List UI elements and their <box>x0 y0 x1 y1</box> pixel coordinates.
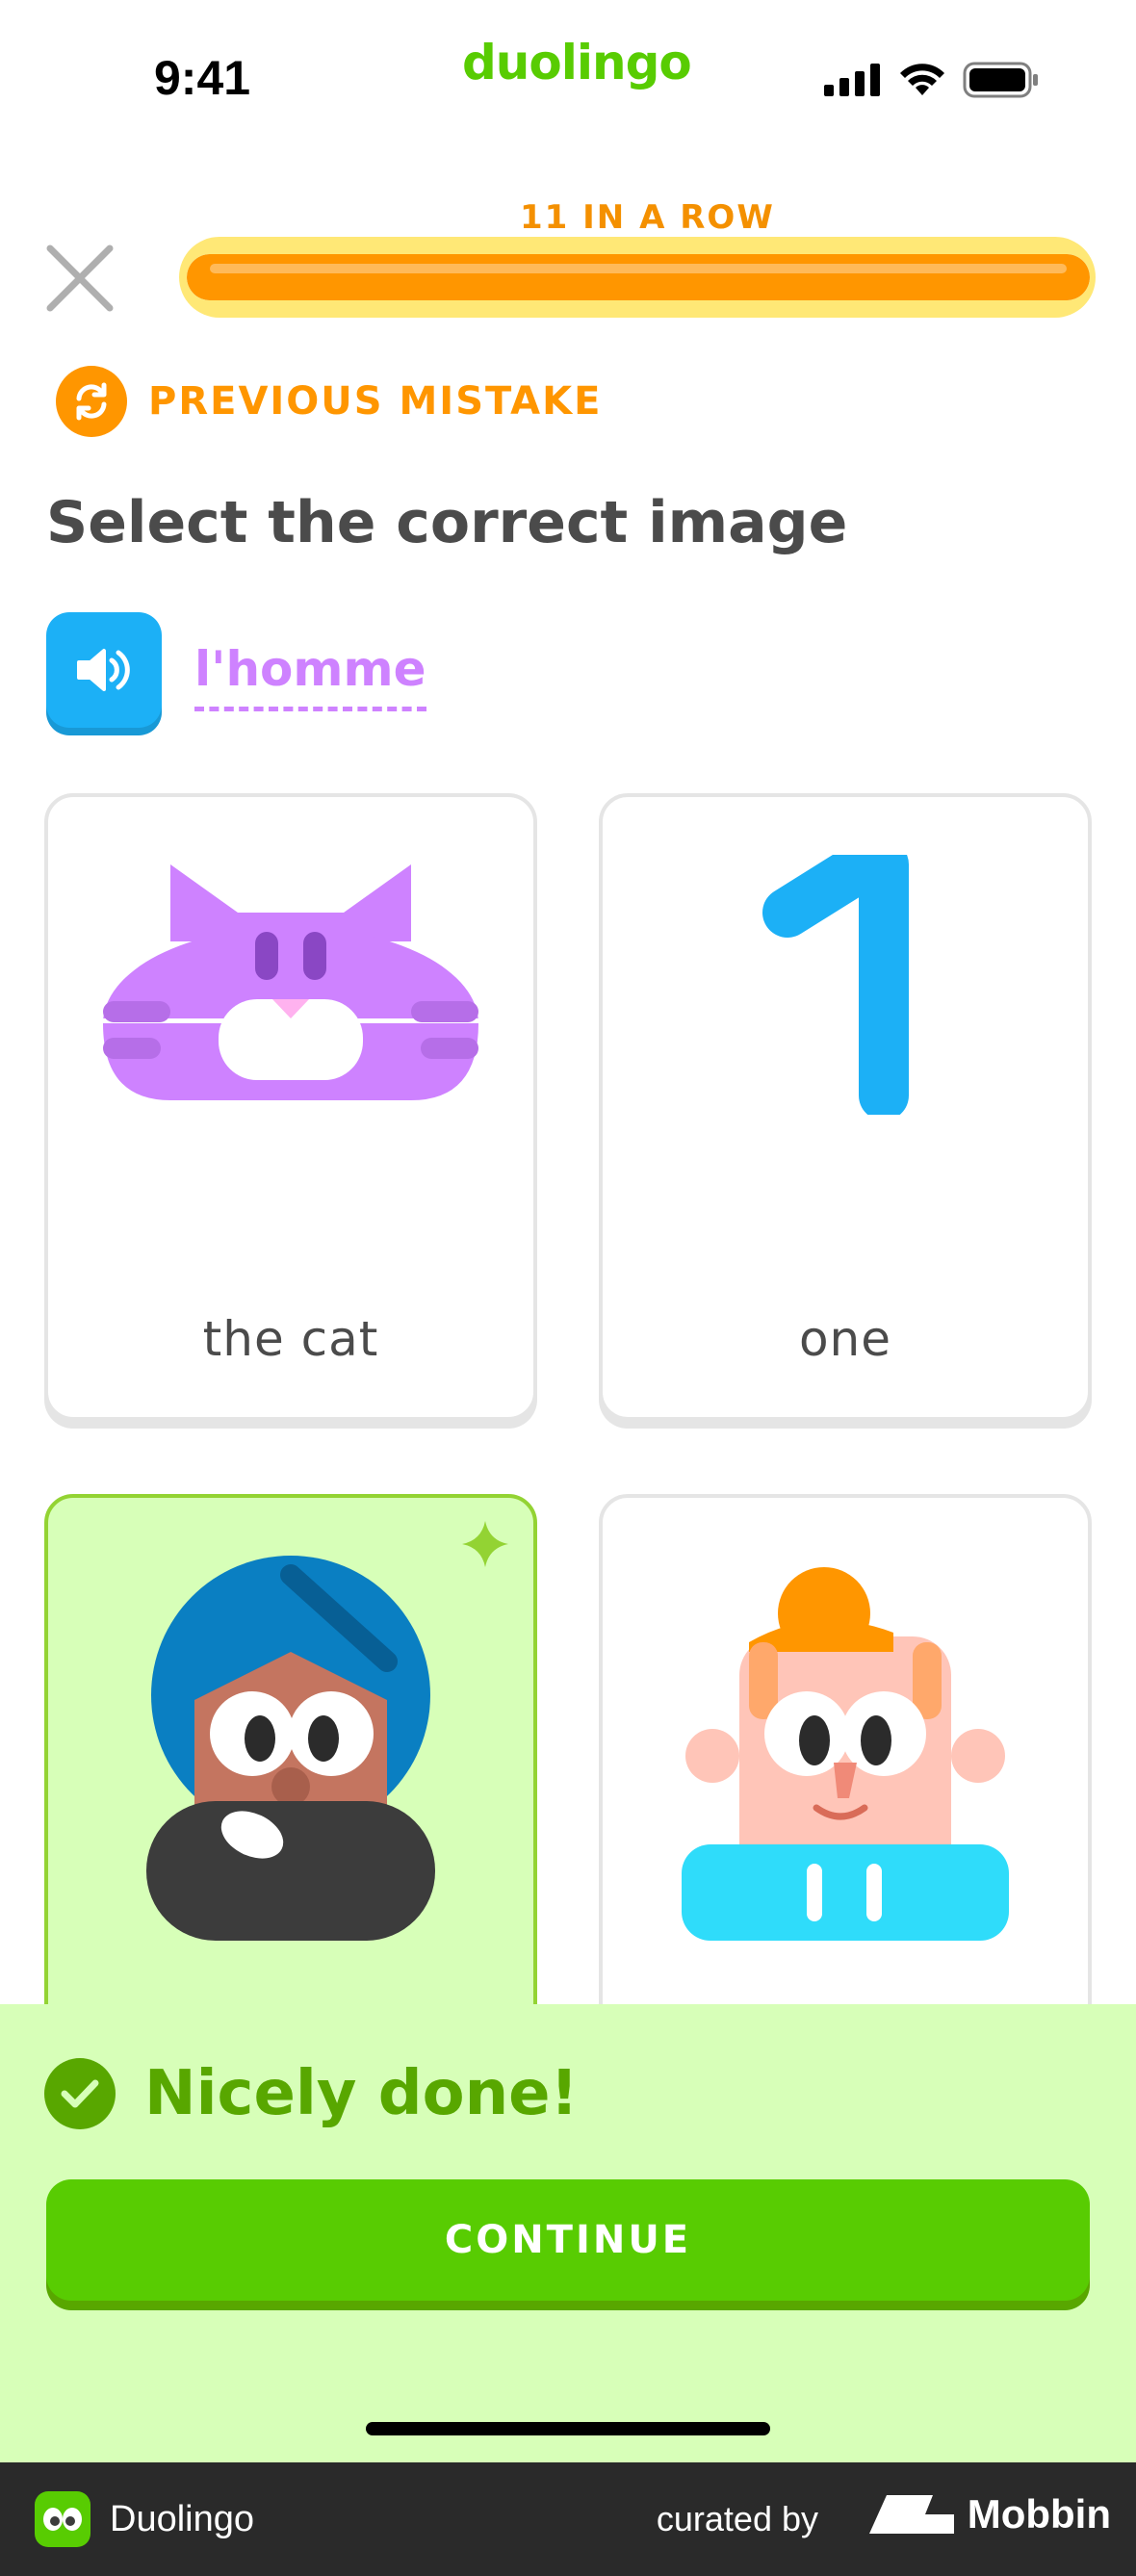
close-icon <box>46 245 114 312</box>
lesson-progress-fill <box>187 254 1090 300</box>
repeat-icon <box>56 366 127 437</box>
wifi-icon <box>900 64 944 95</box>
home-indicator[interactable] <box>366 2422 770 2435</box>
feedback-message: Nicely done! <box>144 2058 579 2129</box>
speaker-icon <box>77 649 130 691</box>
footer-mobbin: Mobbin <box>868 2491 1111 2537</box>
footer-mobbin-name: Mobbin <box>967 2491 1111 2537</box>
footer-bar: Duolingo curated by Mobbin <box>0 2462 1136 2576</box>
footer-curated-by: curated by <box>656 2499 818 2538</box>
feedback-panel: Nicely done! CONTINUE <box>0 2004 1136 2462</box>
mobbin-logo-icon <box>868 2495 954 2534</box>
number-one-illustration <box>603 855 1088 1115</box>
cat-illustration <box>48 855 533 1115</box>
streak-label: 11 IN A ROW <box>520 198 775 237</box>
battery-icon <box>963 62 1038 98</box>
check-icon <box>44 2058 116 2129</box>
card-label: one <box>798 1311 892 1367</box>
brand-logo: duolingo <box>462 35 692 90</box>
close-button[interactable] <box>44 243 116 314</box>
continue-button[interactable]: CONTINUE <box>46 2179 1090 2301</box>
status-bar: 9:41 duolingo <box>0 0 1136 154</box>
duolingo-owl-icon <box>35 2491 90 2547</box>
footer-app-name: Duolingo <box>110 2498 254 2539</box>
status-time: 9:41 <box>154 51 251 105</box>
answer-card-cat[interactable]: the cat <box>44 793 537 1421</box>
previous-mistake-label: PREVIOUS MISTAKE <box>148 379 603 424</box>
signal-icon <box>824 64 880 96</box>
card-label: the cat <box>202 1311 379 1367</box>
footer-app: Duolingo <box>35 2491 254 2547</box>
boy-illustration <box>603 1556 1088 1941</box>
play-audio-button[interactable] <box>46 612 162 728</box>
previous-mistake-badge: PREVIOUS MISTAKE <box>56 366 602 437</box>
man-illustration <box>48 1556 533 1941</box>
lesson-progress-bar <box>187 254 1090 300</box>
target-word[interactable]: l'homme <box>194 641 426 711</box>
status-icons <box>824 62 1040 98</box>
feedback-row: Nicely done! <box>44 2058 579 2129</box>
prompt-title: Select the correct image <box>46 489 848 556</box>
answer-card-one[interactable]: one <box>599 793 1092 1421</box>
